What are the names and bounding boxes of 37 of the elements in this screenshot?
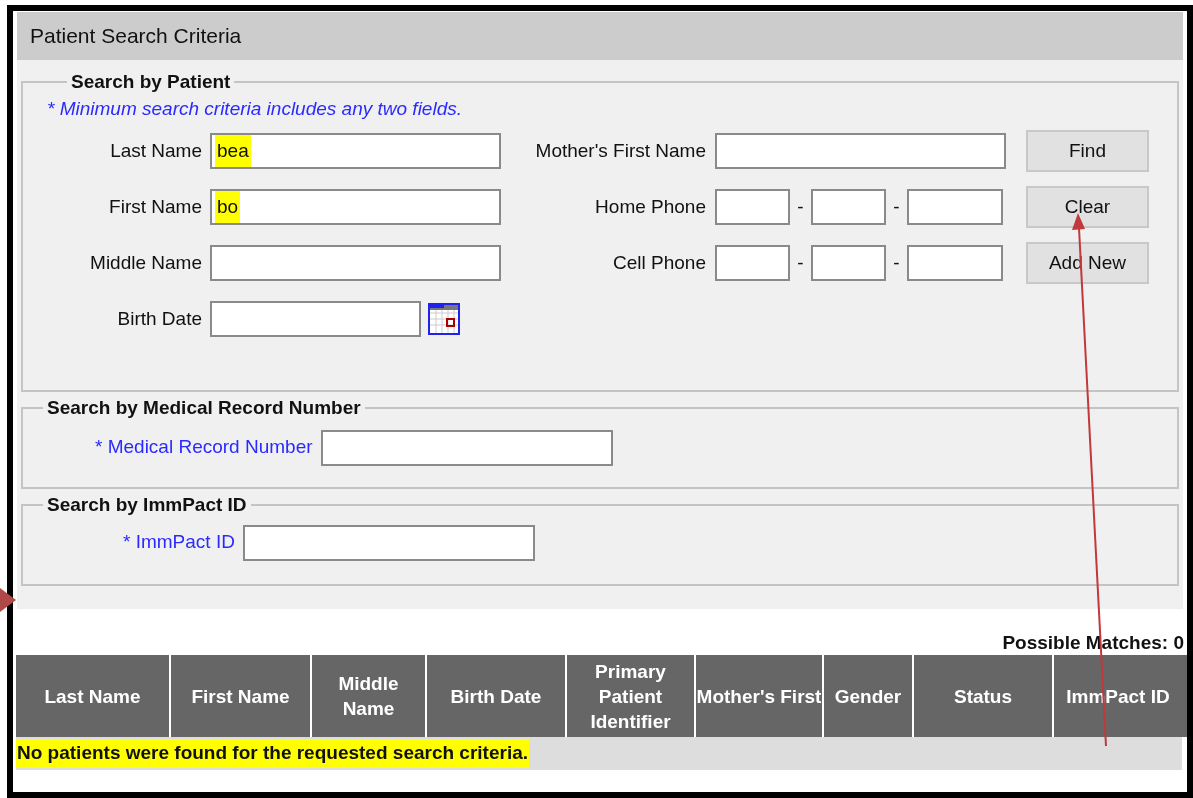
separator-text: - [796, 194, 805, 219]
input-field[interactable] [715, 245, 790, 281]
section-legend: Search by Patient [67, 68, 235, 97]
separator-text: - [892, 250, 901, 275]
panel-title: Patient Search Criteria [30, 23, 242, 50]
input-field[interactable] [907, 245, 1003, 281]
field-label: Home Phone [594, 194, 707, 219]
input-field[interactable]: bo [210, 189, 501, 225]
action-button[interactable]: Clear [1026, 186, 1149, 228]
input-field[interactable] [320, 429, 613, 466]
section-legend: Search by Medical Record Number [43, 394, 365, 423]
input-field[interactable]: bea [210, 133, 501, 169]
field-label: Mother's First Name [534, 138, 707, 163]
field-value: bea [215, 134, 251, 168]
field-label: Last Name [109, 138, 203, 163]
field-label: Cell Phone [612, 250, 707, 275]
field-label: First Name [108, 194, 203, 219]
input-field[interactable] [242, 524, 535, 561]
input-field[interactable] [811, 189, 886, 225]
no-results-message: No patients were found for the requested search criteria. [16, 739, 529, 768]
input-field[interactable] [715, 133, 1006, 169]
separator-text: - [796, 250, 805, 275]
input-field[interactable] [210, 301, 421, 337]
section-legend: Search by ImmPact ID [43, 491, 251, 520]
field-label: * Medical Record Number [95, 435, 314, 460]
input-field[interactable] [907, 189, 1003, 225]
field-value: bo [215, 190, 241, 224]
separator-text: - [892, 194, 901, 219]
field-label: Birth Date [116, 306, 203, 331]
input-field[interactable] [715, 189, 790, 225]
action-button[interactable]: Find [1026, 130, 1149, 172]
field-label: * ImmPact ID [123, 530, 236, 555]
criteria-note: * Minimum search criteria includes any two fields. [47, 96, 463, 121]
calendar-icon[interactable] [428, 303, 460, 335]
input-field[interactable] [811, 245, 886, 281]
field-label: Middle Name [89, 250, 203, 275]
input-field[interactable] [210, 245, 501, 281]
